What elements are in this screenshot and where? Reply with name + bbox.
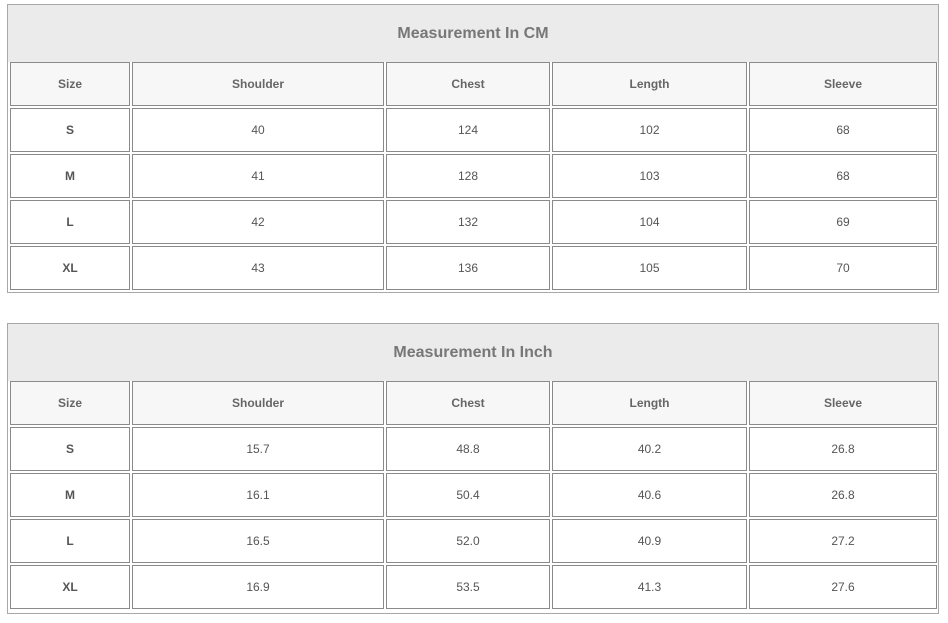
length-value: 102	[552, 108, 747, 152]
chest-value: 48.8	[386, 427, 550, 471]
length-value: 40.2	[552, 427, 747, 471]
shoulder-value: 16.1	[132, 473, 384, 517]
sleeve-value: 69	[749, 200, 937, 244]
size-label: XL	[10, 246, 130, 290]
table-title: Measurement In CM	[8, 5, 938, 62]
column-header-sleeve: Sleeve	[749, 62, 937, 106]
length-value: 104	[552, 200, 747, 244]
length-value: 105	[552, 246, 747, 290]
column-header-shoulder: Shoulder	[132, 381, 384, 425]
size-chart-inch: Measurement In Inch Size Shoulder Chest …	[7, 323, 939, 614]
chest-value: 50.4	[386, 473, 550, 517]
sleeve-value: 68	[749, 154, 937, 198]
shoulder-value: 16.9	[132, 565, 384, 609]
chest-value: 128	[386, 154, 550, 198]
chest-value: 124	[386, 108, 550, 152]
length-value: 40.6	[552, 473, 747, 517]
column-header-size: Size	[10, 62, 130, 106]
chest-value: 136	[386, 246, 550, 290]
sleeve-value: 27.6	[749, 565, 937, 609]
column-header-sleeve: Sleeve	[749, 381, 937, 425]
column-header-size: Size	[10, 381, 130, 425]
sleeve-value: 70	[749, 246, 937, 290]
shoulder-value: 42	[132, 200, 384, 244]
column-header-shoulder: Shoulder	[132, 62, 384, 106]
length-value: 103	[552, 154, 747, 198]
sleeve-value: 27.2	[749, 519, 937, 563]
size-label: M	[10, 154, 130, 198]
sleeve-value: 26.8	[749, 427, 937, 471]
column-header-length: Length	[552, 62, 747, 106]
size-label: S	[10, 108, 130, 152]
table-title: Measurement In Inch	[8, 324, 938, 381]
shoulder-value: 16.5	[132, 519, 384, 563]
sleeve-value: 68	[749, 108, 937, 152]
table-grid: Size Shoulder Chest Length Sleeve S 15.7…	[8, 381, 938, 610]
size-label: L	[10, 200, 130, 244]
sleeve-value: 26.8	[749, 473, 937, 517]
size-label: L	[10, 519, 130, 563]
size-label: XL	[10, 565, 130, 609]
column-header-chest: Chest	[386, 62, 550, 106]
chest-value: 52.0	[386, 519, 550, 563]
length-value: 41.3	[552, 565, 747, 609]
column-header-chest: Chest	[386, 381, 550, 425]
size-label: M	[10, 473, 130, 517]
shoulder-value: 15.7	[132, 427, 384, 471]
size-chart-cm: Measurement In CM Size Shoulder Chest Le…	[7, 4, 939, 293]
chest-value: 132	[386, 200, 550, 244]
table-grid: Size Shoulder Chest Length Sleeve S 40 1…	[8, 62, 938, 291]
column-header-length: Length	[552, 381, 747, 425]
shoulder-value: 41	[132, 154, 384, 198]
shoulder-value: 43	[132, 246, 384, 290]
size-label: S	[10, 427, 130, 471]
length-value: 40.9	[552, 519, 747, 563]
shoulder-value: 40	[132, 108, 384, 152]
chest-value: 53.5	[386, 565, 550, 609]
